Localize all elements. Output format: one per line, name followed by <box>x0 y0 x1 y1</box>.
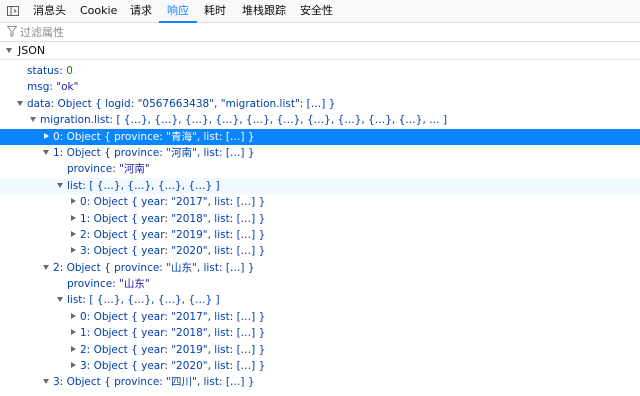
json-section-header[interactable]: JSON <box>0 42 640 60</box>
key: 3: <box>53 376 64 389</box>
key: 3: <box>80 360 91 373</box>
value-preview: [ {…}, {…}, {…}, {…} ] <box>89 294 220 307</box>
value-preview: Object { year: "2019", list: […] } <box>93 228 266 241</box>
tab-timings[interactable]: 耗时 <box>196 0 234 22</box>
tree-row-year-item[interactable]: 3: Object { year: "2020", list: […] } <box>0 358 640 374</box>
key: 0: <box>80 310 91 323</box>
tree-row-province[interactable]: province: "山东" <box>0 276 640 292</box>
tree-row-year-item[interactable]: 3: Object { year: "2020", list: […] } <box>0 243 640 259</box>
chevron-right-icon[interactable] <box>71 345 76 352</box>
section-title: JSON <box>18 44 46 57</box>
value-preview: [ {…}, {…}, {…}, {…} ] <box>89 179 220 192</box>
value-preview: Object { year: "2020", list: […] } <box>93 245 266 258</box>
value: "ok" <box>56 81 79 94</box>
tree-row-msg[interactable]: msg: "ok" <box>0 79 640 95</box>
filter-bar <box>0 23 640 42</box>
key: 1: <box>80 327 91 340</box>
key: 2: <box>53 261 64 274</box>
response-tabs-toolbar: 消息头 Cookie 请求 响应 耗时 堆栈跟踪 安全性 <box>0 0 640 23</box>
panel-toggle-icon[interactable] <box>3 1 23 21</box>
value-preview: Object { province: "河南", list: […] } <box>66 146 255 159</box>
key: data: <box>27 97 55 110</box>
value-preview: Object { year: "2017", list: […] } <box>93 310 266 323</box>
filter-properties-input[interactable] <box>20 24 620 40</box>
value: 0 <box>66 65 73 77</box>
key: province: <box>67 278 116 291</box>
chevron-down-icon[interactable] <box>17 100 23 106</box>
tree-row-item-0[interactable]: 0: Object { province: "青海", list: […] } <box>0 128 640 145</box>
tree-row-year-item[interactable]: 0: Object { year: "2017", list: […] } <box>0 309 640 325</box>
tree-row-year-item[interactable]: 2: Object { year: "2019", list: […] } <box>0 342 640 358</box>
key: 3: <box>80 245 91 258</box>
tree-row-year-item[interactable]: 0: Object { year: "2017", list: […] } <box>0 194 640 210</box>
filter-icon <box>6 26 18 40</box>
value-preview: Object { year: "2020", list: […] } <box>93 360 266 373</box>
chevron-down-icon[interactable] <box>30 117 36 123</box>
key: province: <box>67 163 116 176</box>
tab-security[interactable]: 安全性 <box>292 0 341 22</box>
tree-row-year-item[interactable]: 1: Object { year: "2018", list: […] } <box>0 325 640 341</box>
tree-row-year-item[interactable]: 2: Object { year: "2019", list: […] } <box>0 227 640 243</box>
key: 2: <box>80 228 91 241</box>
tab-request[interactable]: 请求 <box>122 0 160 22</box>
tree-row-migration-list[interactable]: migration.list: [ {…}, {…}, {…}, {…}, {…… <box>0 112 640 128</box>
key: list: <box>67 294 86 307</box>
key: list: <box>67 179 86 192</box>
tree-row-data[interactable]: data: Object { logid: "0567663438", "mig… <box>0 96 640 112</box>
chevron-down-icon[interactable] <box>57 297 63 303</box>
value-preview: Object { year: "2018", list: […] } <box>93 212 266 225</box>
tree-row-year-item[interactable]: 1: Object { year: "2018", list: […] } <box>0 211 640 227</box>
chevron-right-icon[interactable] <box>71 230 76 237</box>
value-preview: Object { province: "四川", list: […] } <box>66 376 255 389</box>
tree-row-list[interactable]: list: [ {…}, {…}, {…}, {…} ] <box>0 292 640 308</box>
tab-headers[interactable]: 消息头 <box>25 0 74 22</box>
key: migration.list: <box>40 114 113 127</box>
tree-row-status[interactable]: status: 0 <box>0 63 640 79</box>
value-preview: Object { province: "山东", list: […] } <box>66 261 255 274</box>
tree-row-list[interactable]: list: [ {…}, {…}, {…}, {…} ] <box>0 177 640 195</box>
tree-row-item-1[interactable]: 1: Object { province: "河南", list: […] } <box>0 145 640 161</box>
chevron-right-icon[interactable] <box>71 329 76 336</box>
key: 0: <box>80 196 91 209</box>
key: 1: <box>80 212 91 225</box>
key: msg: <box>27 81 53 94</box>
chevron-right-icon[interactable] <box>71 312 76 319</box>
chevron-down-icon[interactable] <box>6 48 12 53</box>
value-preview: Object { year: "2019", list: […] } <box>93 343 266 356</box>
key: 0: <box>53 130 64 143</box>
chevron-right-icon[interactable] <box>44 132 49 139</box>
value-preview: Object { year: "2018", list: […] } <box>93 327 266 340</box>
chevron-right-icon[interactable] <box>71 198 76 205</box>
chevron-right-icon[interactable] <box>71 214 76 221</box>
key: 1: <box>53 146 64 159</box>
key: status: <box>27 65 63 77</box>
chevron-right-icon[interactable] <box>71 362 76 369</box>
value-preview: Object { province: "青海", list: […] } <box>66 130 255 143</box>
value-preview: [ {…}, {…}, {…}, {…}, {…}, {…}, {…}, {…}… <box>116 114 448 127</box>
chevron-right-icon[interactable] <box>71 247 76 254</box>
value: "河南" <box>119 163 150 176</box>
chevron-down-icon[interactable] <box>43 149 49 155</box>
tab-cookies[interactable]: Cookie <box>72 0 125 22</box>
tab-stack-trace[interactable]: 堆栈跟踪 <box>234 0 294 22</box>
value-preview: Object { logid: "0567663438", "migration… <box>57 97 336 110</box>
json-tree: status: 0 msg: "ok" data: Object { logid… <box>0 63 640 391</box>
value-preview: Object { year: "2017", list: […] } <box>93 196 266 209</box>
chevron-down-icon[interactable] <box>43 264 49 270</box>
value: "山东" <box>119 278 150 291</box>
tree-row-item-2[interactable]: 2: Object { province: "山东", list: […] } <box>0 260 640 276</box>
tree-row-item-3[interactable]: 3: Object { province: "四川", list: […] } <box>0 374 640 390</box>
tree-row-province[interactable]: province: "河南" <box>0 161 640 177</box>
chevron-down-icon[interactable] <box>43 379 49 385</box>
tab-response[interactable]: 响应 <box>159 0 197 23</box>
chevron-down-icon[interactable] <box>57 182 63 188</box>
key: 2: <box>80 343 91 356</box>
